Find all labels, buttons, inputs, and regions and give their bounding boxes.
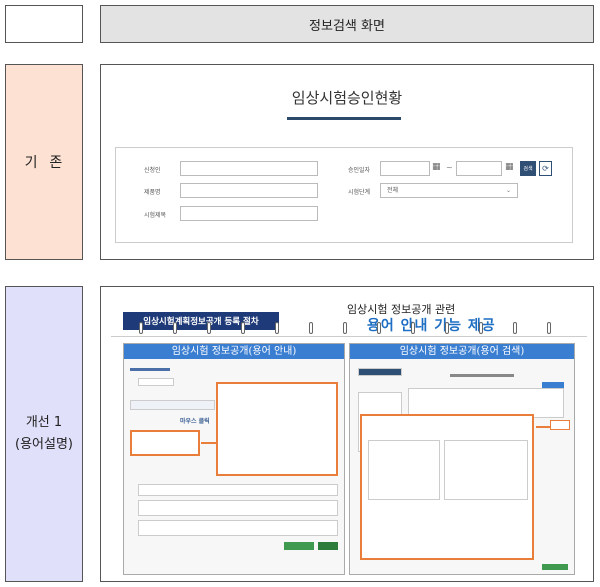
mini-green-button[interactable] (284, 542, 314, 550)
term-search-header: 임상시험 정보공개(용어 검색) (350, 344, 574, 359)
term-guide-panel: 임상시험 정보공개(용어 안내) 마우스 클릭 (123, 343, 345, 575)
mini-row (138, 520, 338, 536)
binder-ring (513, 322, 517, 334)
mini-tabs (130, 400, 215, 410)
phase-label: 시험단계 (348, 189, 371, 196)
binder-ring (445, 322, 449, 334)
binder-ring (479, 322, 483, 334)
calendar-icon[interactable]: ▦ (432, 162, 441, 172)
product-label: 제품명 (144, 189, 161, 196)
screen-title: 임상시험승인현황 (291, 89, 403, 107)
row2-label: 기 존 (24, 155, 64, 171)
binder-ring (547, 322, 551, 334)
row2-label-cell: 기 존 (5, 64, 83, 260)
search-button-label: 검색 (523, 166, 533, 172)
mini-row (138, 484, 338, 496)
binder-ring (309, 322, 313, 334)
trial-title-label: 시험제목 (144, 212, 167, 219)
mini-page-title (450, 374, 514, 377)
binder-ring (377, 322, 381, 334)
term-guide-header: 임상시험 정보공개(용어 안내) (124, 344, 344, 359)
calendar-icon[interactable]: ▦ (505, 162, 514, 172)
mini-section-title (130, 368, 170, 371)
phase-select-value: 전체 (387, 187, 399, 194)
search-button[interactable]: 검색 (520, 161, 536, 176)
chevron-down-icon: ⌄ (505, 187, 511, 194)
term-popup (216, 382, 338, 476)
mini-green-button[interactable] (318, 542, 338, 550)
row1-title: 정보검색 화면 (309, 18, 385, 34)
search-form: 신청인 제품명 시험제목 승인일자 ▦ ~ ▦ 검색 ⟳ 시험단계 전체 ⌄ (115, 147, 573, 243)
improved-screen: 임상시험계획정보공개 등록 절차 임상시험 정보공개 관련 용어 안내 기능 제… (100, 286, 594, 582)
mini-term-detail (444, 440, 528, 500)
mouse-click-label: 마우스 클릭 (180, 418, 210, 425)
term-search-button[interactable] (550, 420, 570, 430)
applicant-label: 신청인 (144, 167, 161, 174)
binder-ring (411, 322, 415, 334)
binder-ring (343, 322, 347, 334)
row1-title-cell: 정보검색 화면 (100, 5, 594, 43)
binder-ring (207, 322, 211, 334)
row3-label-line1: 개선 1 (25, 415, 63, 430)
existing-screen: 임상시험승인현황 신청인 제품명 시험제목 승인일자 ▦ ~ ▦ 검색 ⟳ 시험… (100, 64, 594, 260)
title-underline (287, 117, 401, 120)
mini-green-button[interactable] (542, 564, 568, 570)
mini-row (138, 500, 338, 516)
row1-label-cell (5, 5, 83, 43)
arrow-right-icon (536, 426, 550, 428)
clicked-term-field[interactable] (130, 430, 200, 456)
mini-field (138, 378, 174, 386)
applicant-input[interactable] (180, 161, 318, 176)
procedure-label: 임상시험계획정보공개 등록 절차 (123, 312, 279, 330)
mini-term-table (368, 440, 440, 500)
row3-label-cell: 개선 1 (용어설명) (5, 286, 83, 582)
reset-icon[interactable]: ⟳ (539, 161, 552, 176)
phase-select[interactable]: 전체 ⌄ (380, 183, 518, 198)
date-tilde: ~ (446, 163, 453, 172)
mini-nav-title (358, 368, 402, 376)
approval-date-label: 승인일자 (348, 167, 371, 174)
banner-main-title: 용어 안내 기능 제공 (367, 318, 496, 334)
binder-ring (241, 322, 245, 334)
trial-title-input[interactable] (180, 206, 318, 221)
date-to-input[interactable] (456, 161, 502, 176)
date-from-input[interactable] (380, 161, 430, 176)
product-input[interactable] (180, 183, 318, 198)
binder-ring (173, 322, 177, 334)
row3-label-line2: (용어설명) (15, 437, 73, 452)
binder-ring (139, 322, 143, 334)
term-search-panel: 임상시험 정보공개(용어 검색) (349, 343, 575, 575)
binder-ring (275, 322, 279, 334)
arrow-right-icon (201, 442, 217, 444)
